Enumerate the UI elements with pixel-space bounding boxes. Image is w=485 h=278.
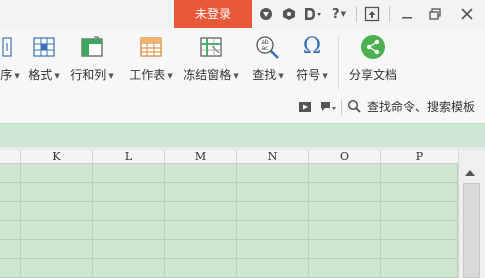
ribbon-divider xyxy=(338,36,339,90)
ribbon-item-find[interactable]: ab ac 查找 ▼ xyxy=(248,34,288,86)
symbol-icon: Ω xyxy=(299,34,325,60)
column-header-n[interactable]: N xyxy=(236,150,308,164)
worksheet-icon xyxy=(138,34,164,60)
skin-icon[interactable] xyxy=(281,6,297,22)
ribbon-label-find: 查找 xyxy=(252,68,277,82)
d-menu-icon[interactable] xyxy=(303,6,323,22)
cell-grid[interactable] xyxy=(0,164,458,278)
column-header-row: K L M N O P xyxy=(0,150,458,164)
ribbon-label-sort: 序 xyxy=(0,68,13,82)
separator xyxy=(389,6,390,22)
ribbon-item-share[interactable]: 分享文档 xyxy=(345,34,401,86)
symbol-glyph: Ω xyxy=(302,34,322,59)
login-button[interactable]: 未登录 xyxy=(174,0,252,28)
ribbon-label-rows-cols: 行和列 xyxy=(70,68,107,82)
ribbon-label-worksheet: 工作表 xyxy=(129,68,166,82)
find-icon: ab ac xyxy=(255,34,281,60)
ribbon-item-symbol[interactable]: Ω 符号 ▼ xyxy=(292,34,332,86)
search-icon xyxy=(347,99,361,113)
scroll-up-arrow-icon[interactable] xyxy=(465,170,475,176)
share-icon xyxy=(360,34,386,60)
pin-icon[interactable] xyxy=(258,6,274,22)
wps-spreadsheet-window: 未登录 ? ▼ 序 ▼ 格式 ▼ 行和列 ▼ 工作表 ▼ 冻结窗格 ▼ ab a… xyxy=(0,0,485,278)
column-header-k[interactable]: K xyxy=(20,150,92,164)
ribbon-item-freeze-panes[interactable]: 冻结窗格 ▼ xyxy=(180,34,242,86)
title-bar: 未登录 ? ▼ xyxy=(0,0,485,28)
ribbon: 序 ▼ 格式 ▼ 行和列 ▼ 工作表 ▼ 冻结窗格 ▼ ab ac 查找 ▼ Ω… xyxy=(0,28,485,123)
comment-icon[interactable] xyxy=(320,100,338,114)
freeze-panes-icon xyxy=(198,34,224,60)
search-command-box[interactable]: 查找命令、搜索模板 xyxy=(347,98,475,114)
ribbon-item-rows-cols[interactable]: 行和列 ▼ xyxy=(68,34,116,86)
collapse-ribbon-icon[interactable] xyxy=(364,6,380,22)
search-command-label: 查找命令、搜索模板 xyxy=(367,99,476,114)
help-label: ? xyxy=(332,6,340,22)
svg-text:ac: ac xyxy=(262,45,269,52)
formula-bar[interactable] xyxy=(0,123,485,149)
ribbon-item-sort[interactable]: 序 ▼ xyxy=(0,34,20,86)
grid-line xyxy=(0,182,458,183)
close-icon[interactable] xyxy=(459,6,475,22)
help-icon[interactable]: ? ▼ xyxy=(329,6,349,22)
column-header-m[interactable]: M xyxy=(164,150,236,164)
format-icon xyxy=(31,34,57,60)
separator xyxy=(356,6,357,22)
column-header-o[interactable]: O xyxy=(308,150,380,164)
vertical-scrollbar[interactable] xyxy=(458,150,485,278)
ribbon-label-freeze-panes: 冻结窗格 xyxy=(183,68,232,82)
column-header-p[interactable]: P xyxy=(380,150,458,164)
ribbon-label-share: 分享文档 xyxy=(348,68,397,82)
scroll-thumb[interactable] xyxy=(463,183,480,278)
grid-line xyxy=(0,201,458,202)
grid-line xyxy=(0,239,458,240)
ribbon-label-format: 格式 xyxy=(28,68,53,82)
ribbon-item-format[interactable]: 格式 ▼ xyxy=(26,34,62,86)
play-icon[interactable] xyxy=(298,100,312,114)
column-header-l[interactable]: L xyxy=(92,150,164,164)
rows-cols-icon xyxy=(79,34,105,60)
minimize-icon[interactable] xyxy=(399,6,415,22)
grid-line xyxy=(0,220,458,221)
grid-line xyxy=(0,258,458,259)
separator xyxy=(341,99,342,115)
ribbon-item-worksheet[interactable]: 工作表 ▼ xyxy=(124,34,178,86)
restore-icon[interactable] xyxy=(427,6,443,22)
sort-icon xyxy=(0,34,16,60)
ribbon-label-symbol: 符号 xyxy=(296,68,321,82)
